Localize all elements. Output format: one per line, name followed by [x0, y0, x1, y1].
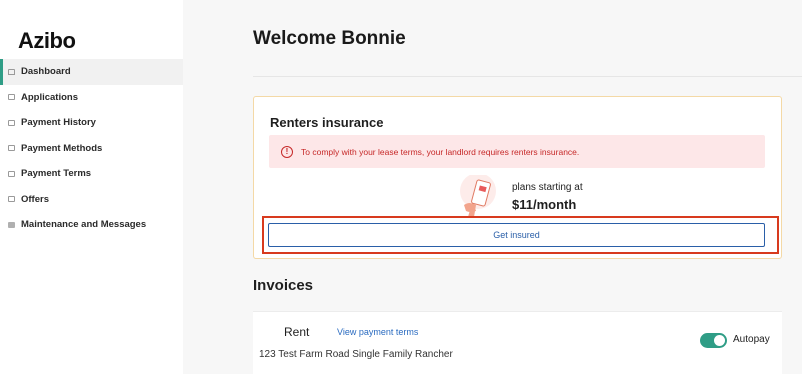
sidebar-item-payment-history[interactable]: Payment History: [0, 110, 183, 136]
rent-label: Rent: [284, 325, 310, 339]
rent-invoice-card: Rent View payment terms 123 Test Farm Ro…: [253, 311, 782, 374]
sidebar-item-label: Offers: [21, 193, 49, 205]
sidebar: Azibo Dashboard Applications Payment His…: [0, 0, 183, 374]
home-icon: [8, 68, 15, 75]
sidebar-item-label: Payment Methods: [21, 142, 103, 154]
azibo-logo[interactable]: Azibo: [18, 28, 76, 54]
plans-price: $11/month: [512, 197, 577, 212]
autopay-label: Autopay: [733, 334, 770, 345]
sidebar-item-label: Dashboard: [21, 66, 71, 78]
sidebar-item-applications[interactable]: Applications: [0, 85, 183, 111]
alert-info-icon: !: [281, 145, 293, 158]
get-insured-highlight: Get insured: [262, 216, 779, 254]
document-icon: [8, 94, 15, 101]
main-content: Welcome Bonnie Renters insurance ! To co…: [183, 0, 802, 374]
sidebar-item-label: Maintenance and Messages: [21, 219, 147, 231]
insurance-required-alert: ! To comply with your lease terms, your …: [269, 135, 765, 168]
card-icon: [8, 145, 15, 152]
alert-text: To comply with your lease terms, your la…: [301, 146, 580, 157]
sidebar-item-label: Payment History: [21, 117, 96, 129]
get-insured-button[interactable]: Get insured: [268, 223, 765, 247]
gift-icon: [8, 196, 15, 203]
view-payment-terms-link[interactable]: View payment terms: [337, 327, 418, 337]
plans-starting-label: plans starting at: [512, 182, 583, 193]
property-address: 123 Test Farm Road Single Family Rancher: [259, 349, 453, 360]
renters-insurance-title: Renters insurance: [270, 115, 384, 130]
receipt-icon: [8, 119, 15, 126]
autopay-toggle[interactable]: [700, 333, 727, 348]
sidebar-item-label: Applications: [21, 91, 79, 103]
sidebar-nav: Dashboard Applications Payment History P…: [0, 59, 183, 238]
sidebar-item-payment-terms[interactable]: Payment Terms: [0, 161, 183, 187]
invoices-title: Invoices: [253, 277, 314, 294]
message-icon: [8, 221, 15, 228]
terms-icon: [8, 170, 15, 177]
sidebar-item-maintenance-messages[interactable]: Maintenance and Messages: [0, 212, 183, 238]
sidebar-item-dashboard[interactable]: Dashboard: [0, 59, 183, 85]
sidebar-item-payment-methods[interactable]: Payment Methods: [0, 136, 183, 162]
sidebar-item-label: Payment Terms: [21, 168, 92, 180]
header-divider: [253, 76, 802, 77]
sidebar-item-offers[interactable]: Offers: [0, 187, 183, 213]
phone-hand-illustration-icon: [460, 175, 496, 217]
page-title: Welcome Bonnie: [253, 28, 406, 49]
